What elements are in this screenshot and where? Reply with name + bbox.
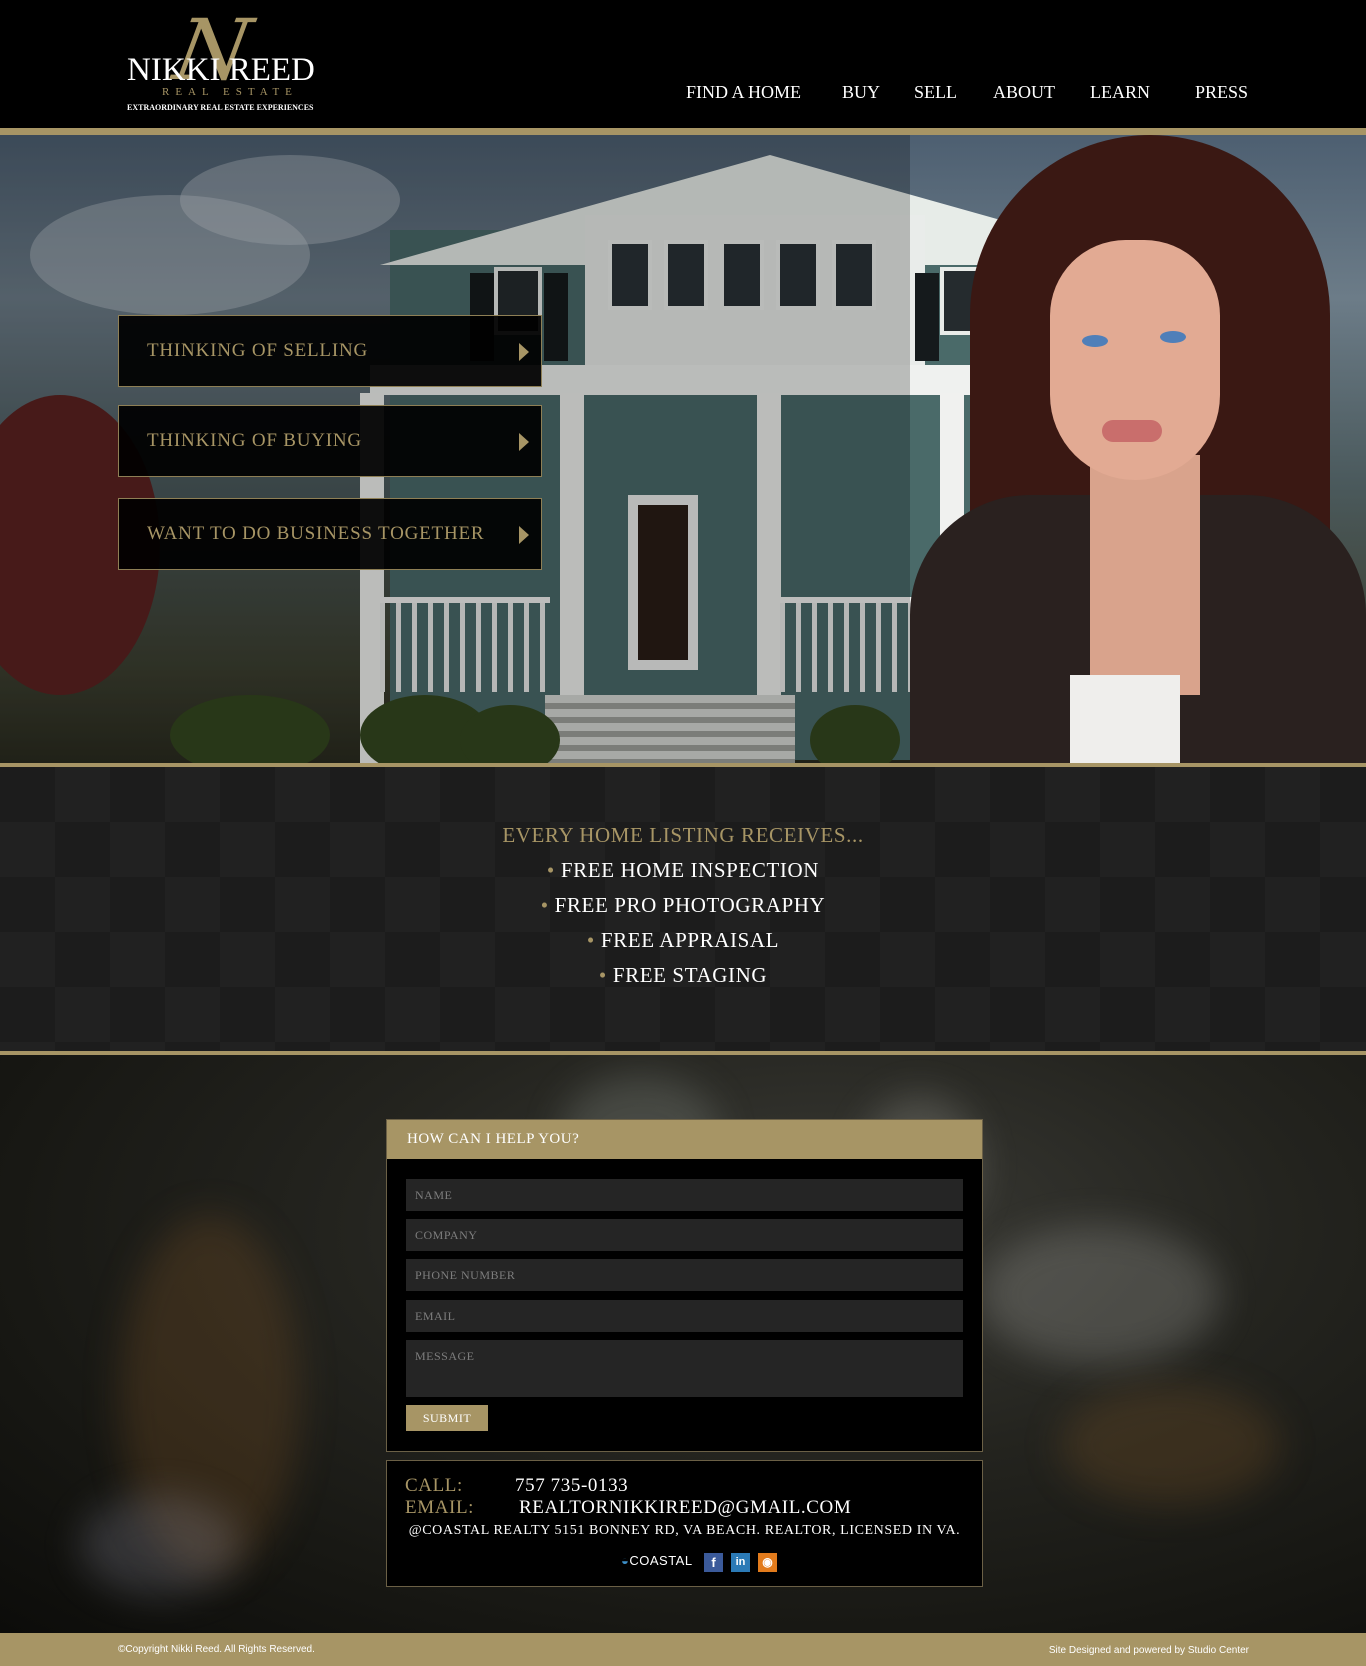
- cta-business-together[interactable]: WANT TO DO BUSINESS TOGETHER: [118, 498, 542, 570]
- nav-find-a-home[interactable]: FIND A HOME: [686, 82, 801, 103]
- coastal-logo[interactable]: ◒COASTAL: [621, 1553, 693, 1568]
- main-nav: FIND A HOME BUY SELL ABOUT LEARN PRESS: [0, 82, 1366, 106]
- name-field[interactable]: [406, 1179, 963, 1211]
- phone-field[interactable]: [406, 1259, 963, 1291]
- email-field[interactable]: [406, 1300, 963, 1332]
- benefit-label: FREE STAGING: [612, 963, 768, 987]
- nav-learn[interactable]: LEARN: [1090, 82, 1150, 103]
- arrow-right-icon: [519, 343, 529, 361]
- cta-label: THINKING OF SELLING: [147, 340, 369, 361]
- call-label: CALL:: [405, 1475, 463, 1496]
- bullet-icon: •: [546, 858, 555, 882]
- hero-banner: THINKING OF SELLING THINKING OF BUYING W…: [0, 135, 1366, 763]
- cta-thinking-of-buying[interactable]: THINKING OF BUYING: [118, 405, 542, 477]
- nav-press[interactable]: PRESS: [1195, 82, 1248, 103]
- listing-title: EVERY HOME LISTING RECEIVES...: [502, 823, 864, 847]
- background-blur: [980, 1225, 1220, 1365]
- listing-benefits-section: EVERY HOME LISTING RECEIVES... • FREE HOM…: [0, 767, 1366, 1051]
- form-heading: HOW CAN I HELP YOU?: [407, 1131, 580, 1147]
- cta-label: THINKING OF BUYING: [147, 430, 362, 451]
- site-header: N NIKKI REED REAL ESTATE EXTRAORDINARY R…: [0, 0, 1366, 128]
- designer-credit[interactable]: Site Designed and powered by Studio Cent…: [1049, 1645, 1249, 1656]
- header-divider: [0, 128, 1366, 135]
- bullet-icon: •: [540, 893, 549, 917]
- message-field[interactable]: [406, 1340, 963, 1397]
- benefit-item: • FREE HOME INSPECTION: [0, 858, 1366, 883]
- portrait-shirt: [1070, 675, 1180, 763]
- portrait-neck: [1090, 455, 1200, 695]
- nav-about[interactable]: ABOUT: [993, 82, 1055, 103]
- bullet-icon: •: [598, 963, 607, 987]
- contact-info: CALL: 757 735-0133 EMAIL: REALTORNIKKIRE…: [386, 1460, 983, 1587]
- nav-buy[interactable]: BUY: [842, 82, 880, 103]
- benefit-item: • FREE PRO PHOTOGRAPHY: [0, 893, 1366, 918]
- bullet-icon: •: [586, 928, 595, 952]
- submit-button[interactable]: SUBMIT: [406, 1405, 488, 1431]
- contact-form: HOW CAN I HELP YOU? SUBMIT: [386, 1119, 983, 1452]
- facebook-icon[interactable]: f: [704, 1553, 723, 1572]
- portrait-face: [1050, 240, 1220, 480]
- benefit-label: FREE HOME INSPECTION: [560, 858, 820, 882]
- arrow-right-icon: [519, 526, 529, 544]
- portrait-eye: [1160, 331, 1186, 343]
- cta-thinking-of-selling[interactable]: THINKING OF SELLING: [118, 315, 542, 387]
- benefit-label: FREE APPRAISAL: [600, 928, 780, 952]
- rss-icon[interactable]: ◉: [758, 1553, 777, 1572]
- company-field[interactable]: [406, 1219, 963, 1251]
- background-blur: [80, 1495, 240, 1595]
- coastal-wordmark: COASTAL: [629, 1553, 693, 1568]
- benefit-item: • FREE APPRAISAL: [0, 928, 1366, 953]
- benefit-label: FREE PRO PHOTOGRAPHY: [554, 893, 826, 917]
- arrow-right-icon: [519, 433, 529, 451]
- portrait-smile: [1102, 420, 1162, 442]
- form-header: HOW CAN I HELP YOU?: [387, 1120, 982, 1159]
- email-label: EMAIL:: [405, 1497, 475, 1518]
- agent-portrait: [910, 135, 1366, 763]
- nav-sell[interactable]: SELL: [914, 82, 957, 103]
- portrait-eye: [1082, 335, 1108, 347]
- cta-label: WANT TO DO BUSINESS TOGETHER: [147, 523, 485, 544]
- site-footer: ©Copyright Nikki Reed. All Rights Reserv…: [0, 1633, 1366, 1666]
- benefit-item: • FREE STAGING: [0, 963, 1366, 988]
- office-address: @COASTAL REALTY 5151 BONNEY RD, VA BEACH…: [408, 1523, 961, 1538]
- email-address[interactable]: REALTORNIKKIREED@GMAIL.COM: [519, 1497, 851, 1519]
- linkedin-icon[interactable]: in: [731, 1553, 750, 1572]
- phone-number[interactable]: 757 735-0133: [515, 1475, 628, 1497]
- background-blur: [1060, 1385, 1280, 1505]
- copyright-text: ©Copyright Nikki Reed. All Rights Reserv…: [118, 1644, 315, 1655]
